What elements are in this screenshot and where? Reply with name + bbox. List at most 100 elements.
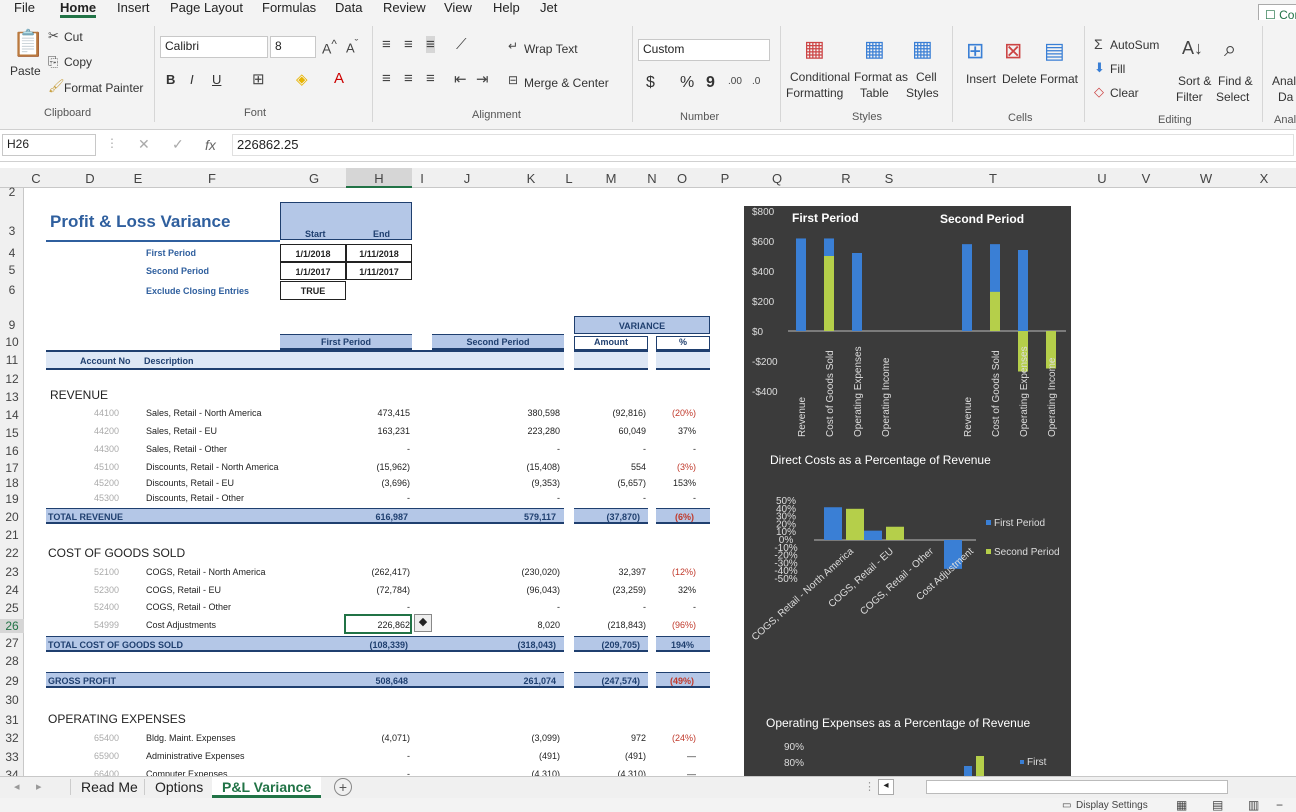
row-header[interactable]: 13 <box>0 390 24 404</box>
menu-insert[interactable]: Insert <box>117 0 150 15</box>
menu-data[interactable]: Data <box>335 0 362 15</box>
variance-pct-cell[interactable]: — <box>660 769 696 776</box>
col-header[interactable]: T <box>986 171 1000 186</box>
variance-pct-cell[interactable]: 32% <box>660 585 696 595</box>
fill-button[interactable]: Fill <box>1110 62 1125 76</box>
display-settings-icon[interactable]: ▭ <box>1062 800 1071 811</box>
row-header[interactable]: 15 <box>0 426 24 440</box>
sort-filter-label2[interactable]: Filter <box>1176 90 1203 104</box>
horizontal-scrollbar[interactable] <box>926 780 1228 794</box>
col-header[interactable]: X <box>1256 171 1272 186</box>
second-period-cell[interactable]: - <box>498 493 560 503</box>
account-no-cell[interactable]: 52400 <box>94 602 119 612</box>
format-cells-icon[interactable]: ▤ <box>1044 38 1065 64</box>
orientation-icon[interactable]: ⟋ <box>456 36 467 53</box>
variance-amount-cell[interactable]: (4,310) <box>580 769 646 776</box>
account-no-cell[interactable]: 65900 <box>94 751 119 761</box>
description-cell[interactable]: Bldg. Maint. Expenses <box>146 733 236 743</box>
merge-center-icon[interactable]: ⊟ <box>508 73 518 87</box>
row-header[interactable]: 3 <box>0 224 24 238</box>
row-header[interactable]: 32 <box>0 731 24 745</box>
direct-costs-chart[interactable]: 50%40%30%20%10%0%-10%-20%-30%-40%-50%COG… <box>744 470 1071 700</box>
format-painter-button[interactable]: Format Painter <box>64 81 143 95</box>
col-header[interactable]: I <box>416 171 428 186</box>
row-header[interactable]: 4 <box>0 246 24 260</box>
description-cell[interactable]: Discounts, Retail - Other <box>146 493 244 503</box>
variance-pct-cell[interactable]: — <box>660 751 696 761</box>
row-header[interactable]: 25 <box>0 601 24 615</box>
menu-view[interactable]: View <box>444 0 472 15</box>
second-period-cell[interactable]: - <box>498 444 560 454</box>
account-no-cell[interactable]: 66400 <box>94 769 119 776</box>
insert-cells-button[interactable]: Insert <box>966 72 996 86</box>
tab-next-icon[interactable]: ▸ <box>36 780 42 793</box>
row-header[interactable]: 27 <box>0 636 24 650</box>
cell-styles-label2[interactable]: Styles <box>906 86 939 100</box>
variance-pct-cell[interactable]: 153% <box>660 478 696 488</box>
variance-amount-cell[interactable]: (92,816) <box>580 408 646 418</box>
chart-panel[interactable]: $800$600$400$200$0-$200-$400RevenueCost … <box>744 206 1071 776</box>
variance-amount-cell[interactable]: - <box>580 493 646 503</box>
account-no-cell[interactable]: 65400 <box>94 733 119 743</box>
variance-pct-cell[interactable]: (20%) <box>660 408 696 418</box>
description-cell[interactable]: COGS, Retail - North America <box>146 567 266 577</box>
variance-pct-cell[interactable]: - <box>660 493 696 503</box>
col-header[interactable]: Q <box>768 171 786 186</box>
first-period-cell[interactable]: (262,417) <box>348 567 410 577</box>
paste-button[interactable]: Paste <box>10 64 41 78</box>
page-layout-view-icon[interactable]: ▤ <box>1212 798 1223 812</box>
format-cells-button[interactable]: Format <box>1040 72 1078 86</box>
tab-options[interactable]: Options <box>144 779 213 795</box>
second-period-cell[interactable]: (230,020) <box>498 567 560 577</box>
tab-read-me[interactable]: Read Me <box>70 779 148 795</box>
col-header[interactable]: N <box>644 171 660 186</box>
first-period-cell[interactable]: (72,784) <box>348 585 410 595</box>
cell-styles-icon[interactable]: ▦ <box>912 36 933 62</box>
second-period-cell[interactable]: (96,043) <box>498 585 560 595</box>
second-period-cell[interactable]: 8,020 <box>498 620 560 630</box>
second-period-cell[interactable]: 380,598 <box>498 408 560 418</box>
decrease-decimal-icon[interactable]: .0 <box>752 76 760 87</box>
account-no-cell[interactable]: 45100 <box>94 462 119 472</box>
menu-file[interactable]: File <box>14 0 35 15</box>
account-no-cell[interactable]: 44100 <box>94 408 119 418</box>
font-size-select[interactable]: 8 <box>270 36 316 58</box>
format-as-table-label[interactable]: Format as <box>854 70 908 84</box>
second-period-cell[interactable]: (9,353) <box>498 478 560 488</box>
align-left-icon[interactable]: ≡ <box>382 70 391 87</box>
row-header[interactable]: 29 <box>0 674 24 688</box>
col-header[interactable]: L <box>562 171 576 186</box>
analyze-label[interactable]: Anal <box>1272 74 1296 88</box>
col-header[interactable]: D <box>80 171 100 186</box>
row-header[interactable]: 23 <box>0 565 24 579</box>
menu-jet[interactable]: Jet <box>540 0 557 15</box>
comma-button[interactable]: 9 <box>706 74 715 92</box>
col-header[interactable]: R <box>838 171 854 186</box>
description-cell[interactable]: Sales, Retail - North America <box>146 408 262 418</box>
description-cell[interactable]: Cost Adjustments <box>146 620 216 630</box>
row-header[interactable]: 14 <box>0 408 24 422</box>
copy-button[interactable]: Copy <box>64 55 92 69</box>
autosum-button[interactable]: AutoSum <box>1110 38 1159 52</box>
row-header[interactable]: 33 <box>0 750 24 764</box>
row-header[interactable]: 28 <box>0 654 24 668</box>
copy-icon[interactable]: ⎘ <box>48 54 58 70</box>
font-color-icon[interactable]: A <box>334 70 344 87</box>
variance-amount-cell[interactable]: (5,657) <box>580 478 646 488</box>
account-no-cell[interactable]: 52100 <box>94 567 119 577</box>
conditional-formatting-label[interactable]: Conditional <box>790 70 850 84</box>
account-no-cell[interactable]: 52300 <box>94 585 119 595</box>
variance-pct-cell[interactable]: - <box>660 444 696 454</box>
tab-pl-variance[interactable]: P&L Variance <box>212 777 321 798</box>
increase-font-icon[interactable]: A^ <box>322 38 337 57</box>
second-end-cell[interactable]: 1/11/2017 <box>346 262 412 280</box>
scroll-left-icon[interactable]: ◂ <box>878 779 894 795</box>
font-name-select[interactable]: Calibri <box>160 36 268 58</box>
col-header[interactable]: F <box>204 171 220 186</box>
first-period-cell[interactable]: - <box>348 493 410 503</box>
align-bottom-icon[interactable]: ≡ <box>426 36 435 53</box>
col-header[interactable]: K <box>524 171 538 186</box>
indent-decrease-icon[interactable]: ⇤ <box>454 70 467 88</box>
sort-filter-icon[interactable]: A↓ <box>1182 38 1203 59</box>
align-middle-icon[interactable]: ≡ <box>404 36 413 53</box>
